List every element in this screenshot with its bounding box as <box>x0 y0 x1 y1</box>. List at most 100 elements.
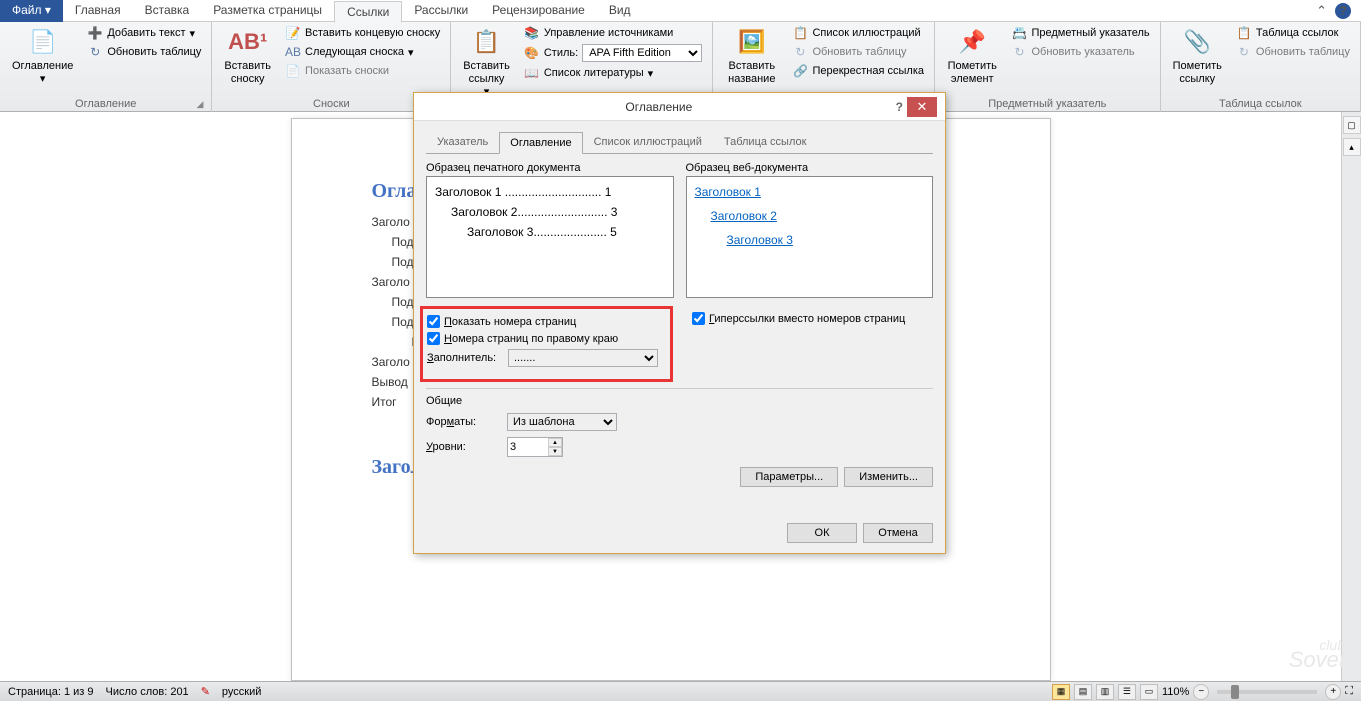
right-align-checkbox[interactable] <box>427 332 440 345</box>
web-link[interactable]: Заголовок 3 <box>695 233 925 247</box>
tab-review[interactable]: Рецензирование <box>480 0 597 22</box>
scroll-up-button[interactable]: ▴ <box>1343 138 1361 156</box>
show-numbers-checkbox[interactable] <box>427 315 440 328</box>
insert-caption-button[interactable]: 🖼️ Вставить название <box>719 24 784 88</box>
cancel-button[interactable]: Отмена <box>863 523 933 543</box>
tab-home[interactable]: Главная <box>63 0 133 22</box>
toc-button[interactable]: 📄 Оглавление▾ <box>6 24 79 88</box>
print-preview: Заголовок 1 ............................… <box>426 176 674 298</box>
tab-references[interactable]: Ссылки <box>334 1 402 23</box>
dialog-title: Оглавление <box>422 100 896 114</box>
statusbar: Страница: 1 из 9 Число слов: 201 ✎ русск… <box>0 681 1361 701</box>
dlg-tab-toa[interactable]: Таблица ссылок <box>713 131 818 153</box>
tab-mail[interactable]: Рассылки <box>402 0 480 22</box>
chevron-down-icon: ▾ <box>190 27 196 40</box>
update-toa-button[interactable]: ↻Обновить таблицу <box>1232 43 1354 61</box>
leader-select[interactable]: ....... <box>508 349 658 367</box>
toc-dialog: Оглавление ? ✕ Указатель Оглавление Спис… <box>413 92 946 554</box>
insert-index-button[interactable]: 📇Предметный указатель <box>1007 24 1153 42</box>
file-tab[interactable]: Файл ▾ <box>0 0 63 22</box>
insert-citation-button[interactable]: 📋 Вставить ссылку▾ <box>457 24 516 102</box>
toc-icon: 📄 <box>27 26 59 58</box>
dialog-close-icon[interactable]: ✕ <box>907 97 937 117</box>
crossref-button[interactable]: 🔗Перекрестная ссылка <box>788 62 928 80</box>
reading-view-button[interactable]: ▤ <box>1074 684 1092 700</box>
mark-icon: 📌 <box>956 26 988 58</box>
web-view-button[interactable]: ▥ <box>1096 684 1114 700</box>
style-dropdown[interactable]: APA Fifth Edition <box>582 44 702 62</box>
dlg-tab-index[interactable]: Указатель <box>426 131 499 153</box>
print-preview-label: Образец печатного документа <box>426 162 674 174</box>
insert-footnote-button[interactable]: AB¹ Вставить сноску <box>218 24 277 88</box>
levels-input[interactable] <box>508 438 548 456</box>
proofing-icon[interactable]: ✎ <box>201 685 210 698</box>
citation-icon: 📋 <box>471 26 503 58</box>
chevron-down-icon: ▾ <box>648 67 654 80</box>
zoom-level[interactable]: 110% <box>1162 686 1189 698</box>
show-notes-button[interactable]: 📄Показать сноски <box>281 62 444 80</box>
insert-toa-button[interactable]: 📋Таблица ссылок <box>1232 24 1354 42</box>
page-status[interactable]: Страница: 1 из 9 <box>8 686 94 698</box>
word-count[interactable]: Число слов: 201 <box>106 686 189 698</box>
modify-button[interactable]: Изменить... <box>844 467 933 487</box>
next-icon: AB <box>285 44 301 60</box>
zoom-slider[interactable] <box>1217 690 1317 694</box>
outline-view-button[interactable]: ☰ <box>1118 684 1136 700</box>
manage-icon: 📚 <box>524 25 540 41</box>
citation-style-select[interactable]: 🎨Стиль: APA Fifth Edition <box>520 43 706 63</box>
web-preview: Заголовок 1 Заголовок 2 Заголовок 3 <box>686 176 934 298</box>
refresh-icon: ↻ <box>1011 44 1027 60</box>
add-text-button[interactable]: ➕Добавить текст ▾ <box>83 24 205 42</box>
ok-button[interactable]: ОК <box>787 523 857 543</box>
dialog-help-icon[interactable]: ? <box>896 100 903 114</box>
style-icon: 🎨 <box>524 45 540 61</box>
group-launcher-icon[interactable]: ◢ <box>196 99 203 110</box>
tab-view[interactable]: Вид <box>597 0 643 22</box>
print-layout-view-button[interactable]: ▦ <box>1052 684 1070 700</box>
hyperlinks-checkbox[interactable] <box>692 312 705 325</box>
mark-entry-button[interactable]: 📌 Пометить элемент <box>941 24 1004 88</box>
list-illustrations-button[interactable]: 📋Список иллюстраций <box>788 24 928 42</box>
endnote-icon: 📝 <box>285 25 301 41</box>
manage-sources-button[interactable]: 📚Управление источниками <box>520 24 706 42</box>
spin-down-button[interactable]: ▼ <box>548 447 562 456</box>
insert-endnote-button[interactable]: 📝Вставить концевую сноску <box>281 24 444 42</box>
dialog-tabs: Указатель Оглавление Список иллюстраций … <box>426 131 933 154</box>
web-link[interactable]: Заголовок 1 <box>695 185 925 199</box>
help-icon[interactable]: ? <box>1335 3 1351 19</box>
group-toc: 📄 Оглавление▾ ➕Добавить текст ▾ ↻Обновит… <box>0 22 212 112</box>
highlighted-section: ППоказать номера страницоказать номера с… <box>420 306 673 382</box>
dlg-tab-illus[interactable]: Список иллюстраций <box>583 131 713 153</box>
minimize-ribbon-icon[interactable]: ⌃ <box>1316 3 1327 19</box>
right-align-label: Номера страниц по правому краю <box>444 333 618 345</box>
group-toa: 📎 Пометить ссылку 📋Таблица ссылок ↻Обнов… <box>1161 22 1361 112</box>
bibliography-button[interactable]: 📖Список литературы ▾ <box>520 64 706 82</box>
spin-up-button[interactable]: ▲ <box>548 438 562 447</box>
language-status[interactable]: русский <box>222 686 261 698</box>
tab-insert[interactable]: Вставка <box>133 0 202 22</box>
draft-view-button[interactable]: ▭ <box>1140 684 1158 700</box>
zoom-in-button[interactable]: + <box>1325 684 1341 700</box>
crossref-icon: 🔗 <box>792 63 808 79</box>
zoom-out-button[interactable]: − <box>1193 684 1209 700</box>
group-index: 📌 Пометить элемент 📇Предметный указатель… <box>935 22 1161 112</box>
update-index-button[interactable]: ↻Обновить указатель <box>1007 43 1153 61</box>
show-icon: 📄 <box>285 63 301 79</box>
web-link[interactable]: Заголовок 2 <box>695 209 925 223</box>
show-numbers-label: ППоказать номера страницоказать номера с… <box>444 316 576 328</box>
formats-select[interactable]: Из шаблона <box>507 413 617 431</box>
mark-citation-button[interactable]: 📎 Пометить ссылку <box>1167 24 1228 88</box>
refresh-icon: ↻ <box>87 44 103 60</box>
dialog-titlebar[interactable]: Оглавление ? ✕ <box>414 93 945 121</box>
footnote-icon: AB¹ <box>232 26 264 58</box>
fullscreen-icon[interactable]: ⛶ <box>1345 685 1353 698</box>
mark-citation-icon: 📎 <box>1181 26 1213 58</box>
update-toc-button[interactable]: ↻Обновить таблицу <box>83 43 205 61</box>
list-icon: 📋 <box>792 25 808 41</box>
ruler-button[interactable]: ▢ <box>1343 116 1361 134</box>
dlg-tab-toc[interactable]: Оглавление <box>499 132 582 154</box>
next-footnote-button[interactable]: ABСледующая сноска ▾ <box>281 43 444 61</box>
update-captions-button[interactable]: ↻Обновить таблицу <box>788 43 928 61</box>
tab-layout[interactable]: Разметка страницы <box>201 0 334 22</box>
options-button[interactable]: Параметры... <box>740 467 838 487</box>
